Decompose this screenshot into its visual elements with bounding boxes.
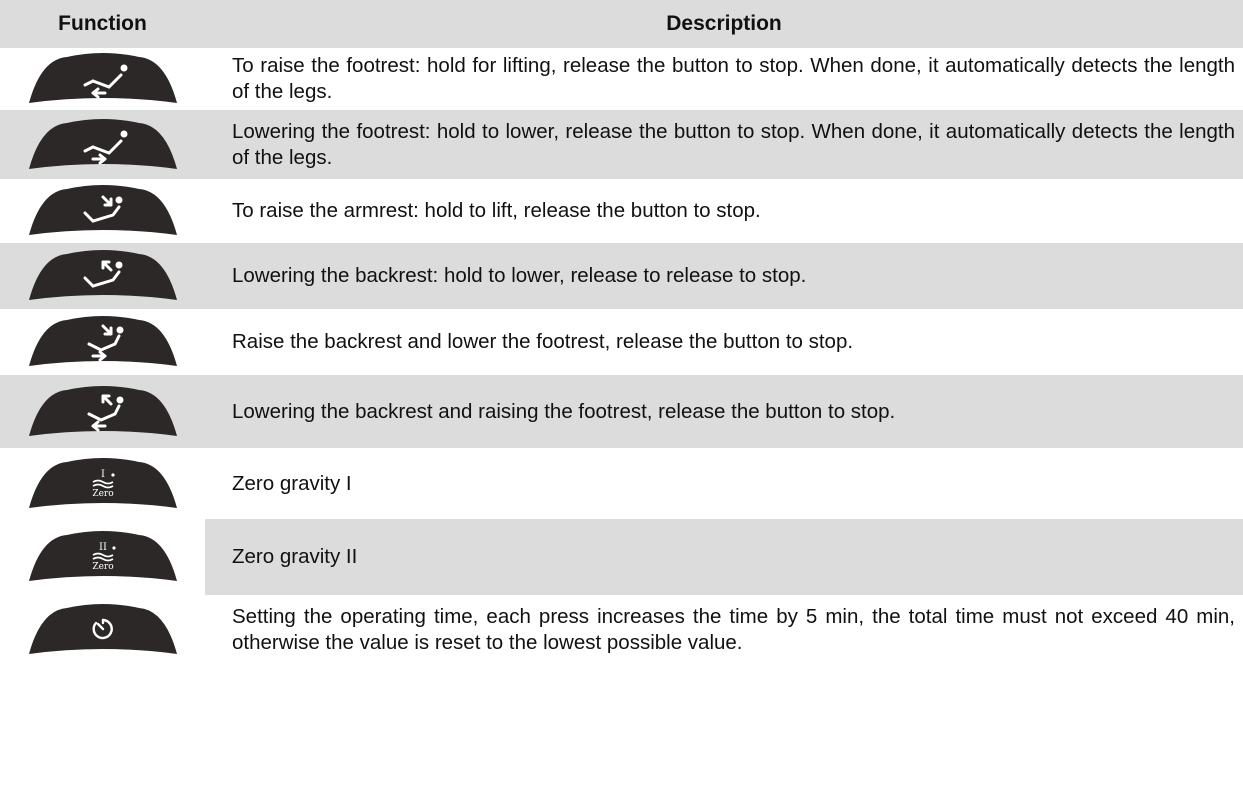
- header-function: Function: [58, 12, 147, 35]
- row-description: Setting the operating time, each press i…: [232, 605, 1235, 654]
- function-cell: [0, 179, 205, 243]
- chair-back-up-foot-down-icon: [28, 316, 177, 366]
- table-row: II Zero Zero gravity II: [0, 519, 1243, 595]
- function-cell: [0, 110, 205, 179]
- function-cell: [0, 375, 205, 448]
- table-row: To raise the footrest: hold for lifting,…: [0, 48, 1243, 110]
- function-cell: I Zero: [0, 448, 205, 519]
- table-row: Lowering the backrest: hold to lower, re…: [0, 243, 1243, 309]
- row-description: Raise the backrest and lower the footres…: [232, 330, 854, 353]
- row-description: Lowering the backrest and raising the fo…: [232, 399, 896, 423]
- zero-label: Zero: [92, 562, 113, 572]
- table-row: To raise the armrest: hold to lift, rele…: [0, 179, 1243, 243]
- zero-gravity-numeral: I: [101, 469, 105, 480]
- zero-label: Zero: [92, 489, 113, 499]
- zero-gravity-2-icon: II Zero: [28, 531, 177, 581]
- table-header: Function Description: [0, 0, 1243, 48]
- chair-footrest-up-icon: [28, 53, 177, 103]
- timer-icon: [28, 604, 177, 654]
- table-row: Lowering the footrest: hold to lower, re…: [0, 110, 1243, 179]
- function-cell: [0, 243, 205, 309]
- row-description: Lowering the backrest: hold to lower, re…: [232, 264, 807, 287]
- chair-back-down-foot-up-icon: [28, 385, 177, 436]
- chair-footrest-down-icon: [28, 118, 177, 169]
- table-row: I Zero Zero gravity I: [0, 448, 1243, 519]
- row-description: Zero gravity II: [232, 545, 358, 568]
- zero-gravity-1-icon: I Zero: [28, 457, 177, 508]
- table-row: Lowering the backrest and raising the fo…: [0, 375, 1243, 448]
- row-description: Zero gravity I: [232, 471, 352, 495]
- function-cell: [0, 48, 205, 110]
- row-description: Lowering the footrest: hold to lower, re…: [232, 119, 1235, 169]
- table-row: Setting the operating time, each press i…: [0, 595, 1243, 665]
- table-row: Raise the backrest and lower the footres…: [0, 309, 1243, 375]
- row-description: To raise the footrest: hold for lifting,…: [232, 54, 1235, 103]
- function-cell: [0, 309, 205, 375]
- row-description: To raise the armrest: hold to lift, rele…: [232, 199, 761, 222]
- zero-gravity-numeral: II: [99, 542, 107, 553]
- function-table: Function Description To raise the footre…: [0, 0, 1243, 665]
- chair-backrest-down-icon: [28, 250, 177, 300]
- function-cell: [0, 595, 205, 665]
- chair-backrest-up-icon: [28, 185, 177, 235]
- header-description: Description: [666, 12, 782, 35]
- function-cell: II Zero: [0, 519, 205, 595]
